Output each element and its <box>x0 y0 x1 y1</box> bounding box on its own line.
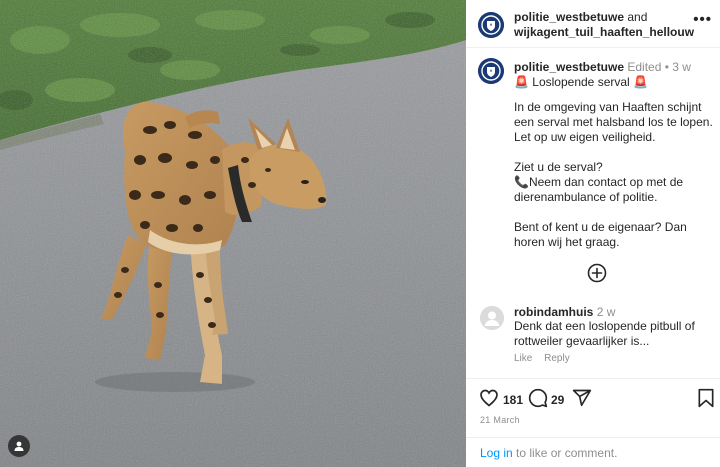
post-date: 21 March <box>480 415 520 425</box>
plus-circle-icon <box>587 263 607 283</box>
serval-photo-illustration <box>0 0 466 467</box>
person-icon <box>14 441 24 451</box>
caption-title: 🚨 Loslopende serval 🚨 <box>514 75 648 89</box>
load-more-comments-button[interactable] <box>587 263 607 283</box>
caption-username-link[interactable]: politie_westbetuwe <box>514 60 624 74</box>
comment-reply-button[interactable]: Reply <box>544 353 570 364</box>
police-logo-icon <box>478 12 504 38</box>
post-authors: politie_westbetuwe and wijkagent_tuil_ha… <box>514 10 714 40</box>
caption-author-avatar[interactable] <box>478 58 504 84</box>
actions-divider <box>466 378 720 379</box>
caption-paragraph-3: Bent of kent u de eigenaar? Dan horen wi… <box>514 220 687 249</box>
meta-separator: • <box>664 60 669 74</box>
commenter-username-link[interactable]: robindamhuis <box>514 305 593 319</box>
comment-time: 2 w <box>596 305 616 319</box>
comment-text: Denk dat een loslopende pitbull of rottw… <box>514 319 695 348</box>
caption-username-row: politie_westbetuwe Edited • 3 w <box>514 60 691 74</box>
default-avatar-icon <box>480 306 504 330</box>
comment-actions: Like Reply <box>514 353 579 364</box>
siren-emoji-left: 🚨 <box>514 75 529 89</box>
post-photo[interactable] <box>0 0 466 467</box>
post-header: politie_westbetuwe and wijkagent_tuil_ha… <box>466 0 720 48</box>
login-prompt: Log in to like or comment. <box>466 437 720 467</box>
bookmark-icon[interactable] <box>697 388 715 408</box>
login-prompt-text: Log in to like or comment. <box>480 446 617 460</box>
caption-paragraph-1: In de omgeving van Haaften schijnt een s… <box>514 100 713 144</box>
share-icon[interactable] <box>572 388 592 408</box>
comment-header: robindamhuis 2 w <box>514 305 615 319</box>
post-actions-bar: 181 29 <box>466 386 720 412</box>
comment-like-button[interactable]: Like <box>514 353 532 364</box>
caption-instruction: Neem dan contact op met de dierenambulan… <box>514 175 684 204</box>
siren-emoji-right: 🚨 <box>633 75 648 89</box>
author-avatar[interactable] <box>478 12 504 38</box>
caption-paragraph-2: Ziet u de serval? 📞Neem dan contact op m… <box>514 160 714 205</box>
edited-label: Edited <box>627 60 662 74</box>
author-username-link[interactable]: politie_westbetuwe <box>514 10 624 24</box>
comment-icon[interactable] <box>528 388 548 408</box>
caption-question: Ziet u de serval? <box>514 160 603 174</box>
login-rest-text: to like or comment. <box>512 446 618 460</box>
login-link[interactable]: Log in <box>480 446 513 460</box>
likes-count[interactable]: 181 <box>503 393 523 407</box>
post-side-panel: politie_westbetuwe and wijkagent_tuil_ha… <box>466 0 720 467</box>
authors-conjunction: and <box>627 10 648 24</box>
coauthor-username-link[interactable]: wijkagent_tuil_haaften_hellouw <box>514 25 694 39</box>
commenter-avatar[interactable] <box>480 306 504 330</box>
post-time: 3 w <box>672 60 691 74</box>
more-options-button[interactable]: ••• <box>693 12 712 27</box>
tagged-users-button[interactable] <box>8 435 30 457</box>
caption-body: In de omgeving van Haaften schijnt een s… <box>514 100 714 265</box>
police-logo-icon <box>478 58 504 84</box>
phone-emoji: 📞 <box>514 175 529 189</box>
heart-icon[interactable] <box>479 388 499 408</box>
caption-title-text: Loslopende serval <box>532 75 630 89</box>
comments-count[interactable]: 29 <box>551 393 564 407</box>
